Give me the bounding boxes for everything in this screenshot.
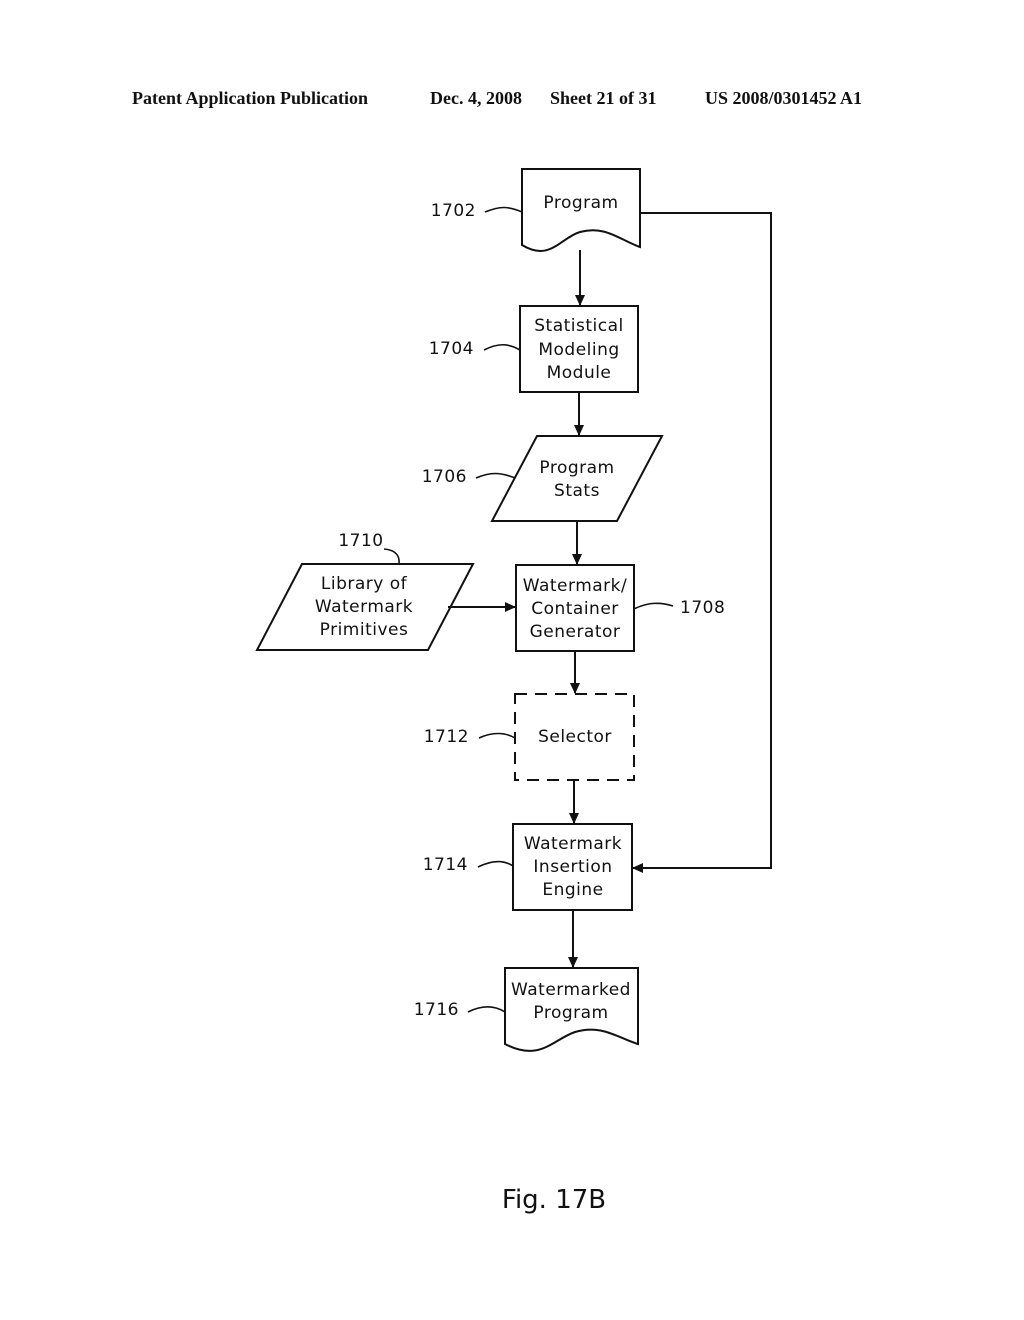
node-statistical-modeling: Statistical Modeling Module 1704: [429, 305, 639, 393]
node-label: Selector: [538, 727, 612, 747]
leader-line: [484, 206, 523, 213]
node-label: Generator: [530, 622, 621, 642]
figure-label: Fig. 17B: [502, 1185, 606, 1215]
node-watermark-container-generator: Watermark/ Container Generator 1708: [515, 564, 725, 652]
leader-line: [383, 548, 400, 565]
node-label: Watermarked: [511, 980, 631, 1000]
node-library: Library of Watermark Primitives 1710: [255, 531, 475, 651]
node-label: Statistical: [534, 316, 624, 336]
node-insertion-engine: Watermark Insertion Engine 1714: [423, 823, 633, 911]
flowchart: Program 1702 Statistical Modeling Module…: [255, 168, 772, 1215]
node-label: Insertion: [533, 857, 612, 877]
node-label: Watermark/: [523, 576, 628, 596]
leader-line: [467, 1005, 506, 1013]
node-label: Watermark: [315, 597, 413, 617]
reference-numeral: 1714: [423, 855, 468, 875]
reference-numeral: 1712: [424, 727, 469, 747]
leader-line: [483, 343, 521, 351]
node-label: Program: [539, 458, 614, 478]
node-label: Engine: [542, 880, 603, 900]
node-label: Stats: [554, 481, 600, 501]
arrow-program-to-engine: [632, 212, 772, 873]
reference-numeral: 1704: [429, 339, 474, 359]
node-label: Module: [547, 363, 612, 383]
node-program-stats: Program Stats 1706: [422, 435, 664, 522]
node-label: Program: [533, 1003, 608, 1023]
reference-numeral: 1716: [414, 1000, 459, 1020]
node-label: Library of: [321, 574, 408, 594]
node-label: Primitives: [320, 620, 409, 640]
node-program: Program 1702: [431, 168, 641, 252]
node-label: Container: [531, 599, 619, 619]
leader-line: [478, 732, 516, 739]
leader-line: [633, 602, 674, 610]
leader-line: [475, 472, 516, 479]
reference-numeral: 1702: [431, 201, 476, 221]
node-label: Program: [543, 193, 618, 213]
reference-numeral: 1708: [680, 598, 725, 618]
leader-line: [477, 860, 514, 868]
reference-numeral: 1710: [338, 531, 383, 551]
node-label: Watermark: [524, 834, 622, 854]
node-watermarked-program: Watermarked Program 1716: [414, 967, 639, 1052]
node-selector: Selector 1712: [424, 693, 635, 781]
data-shape: [490, 435, 664, 522]
node-label: Modeling: [538, 340, 619, 360]
reference-numeral: 1706: [422, 467, 467, 487]
